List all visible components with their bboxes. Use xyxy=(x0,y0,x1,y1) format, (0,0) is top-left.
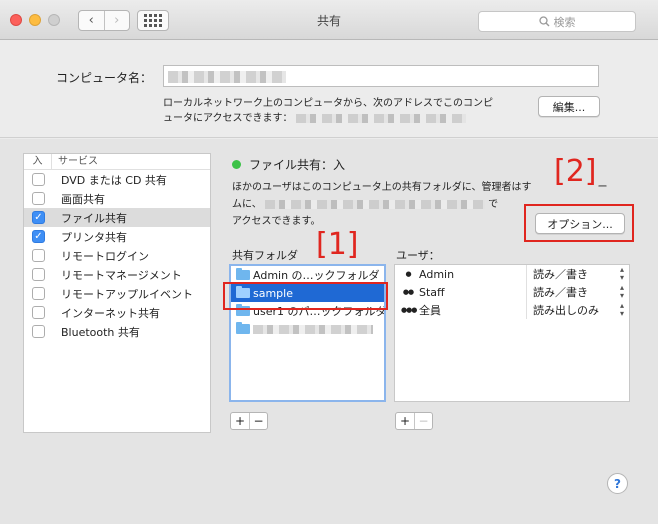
person-icon: ● xyxy=(405,270,411,278)
sharing-window: ‹ › 共有 検索 コンピュータ名： ローカルネットワーク上のコンピュータから、… xyxy=(0,0,658,524)
main-section: 入 サービス DVD または CD 共有 画面共有 ✓ ファイル共有 ✓ プリンタ共有リモ… xyxy=(0,139,658,524)
status-indicator xyxy=(232,160,241,169)
service-label: プリンタ共有 xyxy=(61,230,127,244)
service-list: 入 サービス DVD または CD 共有 画面共有 ✓ ファイル共有 ✓ プリンタ共有リモ… xyxy=(23,153,211,433)
folder-name: Admin の…ックフォルダ xyxy=(253,269,380,282)
service-label: Bluetooth 共有 xyxy=(61,325,140,339)
table-row[interactable]: ●● Staff 読み／書き ▴ ▾ xyxy=(395,283,629,301)
remove-user-button[interactable]: − xyxy=(414,413,432,429)
list-item[interactable] xyxy=(231,320,384,338)
redacted-computer-name xyxy=(168,71,286,83)
redacted-address xyxy=(295,113,466,123)
help-button[interactable]: ? xyxy=(607,473,628,494)
permission-select[interactable]: 読み／書き ▴ ▾ xyxy=(527,284,629,300)
search-placeholder: 検索 xyxy=(553,15,576,29)
annotation-label-2: [2] xyxy=(554,154,597,189)
service-row[interactable]: ✓ ファイル共有 xyxy=(24,208,210,227)
service-checkbox[interactable]: ✓ xyxy=(32,211,45,224)
header-on: 入 xyxy=(24,154,52,169)
service-row[interactable]: Bluetooth 共有 xyxy=(24,322,210,341)
user-permission-list[interactable]: ● Admin 読み／書き ▴ ▾ ●● Staff 読み／書き ▴ ▾ ●●● 全員 読み出しのみ ▴ ▾ xyxy=(394,264,630,402)
service-label: ファイル共有 xyxy=(61,211,127,225)
users-label: ユーザ： xyxy=(396,249,440,262)
address-desc-line2: ュータにアクセスできます： xyxy=(163,111,533,126)
status-text: ファイル共有：入 xyxy=(249,158,346,172)
title-bar: ‹ › 共有 検索 xyxy=(0,0,658,40)
permission-value: 読み／書き xyxy=(533,286,588,299)
computer-address-description: ローカルネットワーク上のコンピュータから、次のアドレスでこのコンピ ュータにアク… xyxy=(163,96,533,126)
updown-chevron-icon: ▴ ▾ xyxy=(619,283,624,300)
header-service: サービス xyxy=(58,156,98,167)
redacted-url xyxy=(264,199,485,209)
redacted-folder-name xyxy=(253,324,373,334)
annotation-box-2 xyxy=(524,204,634,242)
user-name: Admin xyxy=(419,267,455,281)
service-label: インターネット共有 xyxy=(61,306,160,320)
updown-chevron-icon: ▴ ▾ xyxy=(619,301,624,318)
service-checkbox[interactable] xyxy=(32,173,45,186)
annotation-box-1 xyxy=(223,282,388,310)
permission-select[interactable]: 読み／書き ▴ ▾ xyxy=(527,266,629,282)
permission-value: 読み／書き xyxy=(533,268,588,281)
service-label: リモートログイン xyxy=(61,249,149,263)
service-checkbox[interactable] xyxy=(32,249,45,262)
user-add-remove: + − xyxy=(395,412,433,430)
service-label: 画面共有 xyxy=(61,192,105,206)
service-label: DVD または CD 共有 xyxy=(61,173,167,187)
computer-name-field[interactable] xyxy=(163,65,599,87)
user-name: 全員 xyxy=(419,304,441,317)
add-user-button[interactable]: + xyxy=(396,413,414,429)
annotation-label-1: [1] xyxy=(316,227,359,262)
add-folder-button[interactable]: + xyxy=(231,413,249,429)
table-row[interactable]: ●●● 全員 読み出しのみ ▴ ▾ xyxy=(395,301,629,319)
service-row[interactable]: リモートアップルイベント xyxy=(24,284,210,303)
computer-name-section: コンピュータ名： ローカルネットワーク上のコンピュータから、次のアドレスでこのコ… xyxy=(0,41,658,138)
edit-button[interactable]: 編集... xyxy=(538,96,600,117)
folder-icon xyxy=(236,322,250,334)
folder-icon xyxy=(236,268,250,280)
service-row[interactable]: 画面共有 xyxy=(24,189,210,208)
shared-folders-label: 共有フォルダ xyxy=(232,249,298,262)
service-checkbox[interactable] xyxy=(32,287,45,300)
service-label: リモートアップルイベント xyxy=(61,287,193,301)
service-row[interactable]: インターネット共有 xyxy=(24,303,210,322)
search-input[interactable]: 検索 xyxy=(478,11,636,32)
everyone-icon: ●●● xyxy=(401,306,417,314)
service-checkbox[interactable]: ✓ xyxy=(32,230,45,243)
computer-name-label: コンピュータ名： xyxy=(56,71,153,85)
service-checkbox[interactable] xyxy=(32,306,45,319)
permission-select[interactable]: 読み出しのみ ▴ ▾ xyxy=(527,302,629,318)
service-checkbox[interactable] xyxy=(32,325,45,338)
remove-folder-button[interactable]: − xyxy=(249,413,267,429)
address-desc-line1: ローカルネットワーク上のコンピュータから、次のアドレスでこのコンピ xyxy=(163,98,493,109)
service-row[interactable]: リモートログイン xyxy=(24,246,210,265)
service-row[interactable]: DVD または CD 共有 xyxy=(24,170,210,189)
service-label: リモートマネージメント xyxy=(61,268,182,282)
service-checkbox[interactable] xyxy=(32,192,45,205)
service-list-header: 入 サービス xyxy=(24,154,210,170)
user-name: Staff xyxy=(419,285,445,299)
service-row[interactable]: ✓ プリンタ共有 xyxy=(24,227,210,246)
file-sharing-status: ファイル共有：入 xyxy=(232,156,345,173)
permission-value: 読み出しのみ xyxy=(533,304,599,317)
magnifier-icon xyxy=(538,16,549,27)
updown-chevron-icon: ▴ ▾ xyxy=(619,265,624,282)
group-icon: ●● xyxy=(402,288,414,296)
service-row[interactable]: リモートマネージメント xyxy=(24,265,210,284)
service-checkbox[interactable] xyxy=(32,268,45,281)
table-row[interactable]: ● Admin 読み／書き ▴ ▾ xyxy=(395,265,629,283)
folder-add-remove: + − xyxy=(230,412,268,430)
